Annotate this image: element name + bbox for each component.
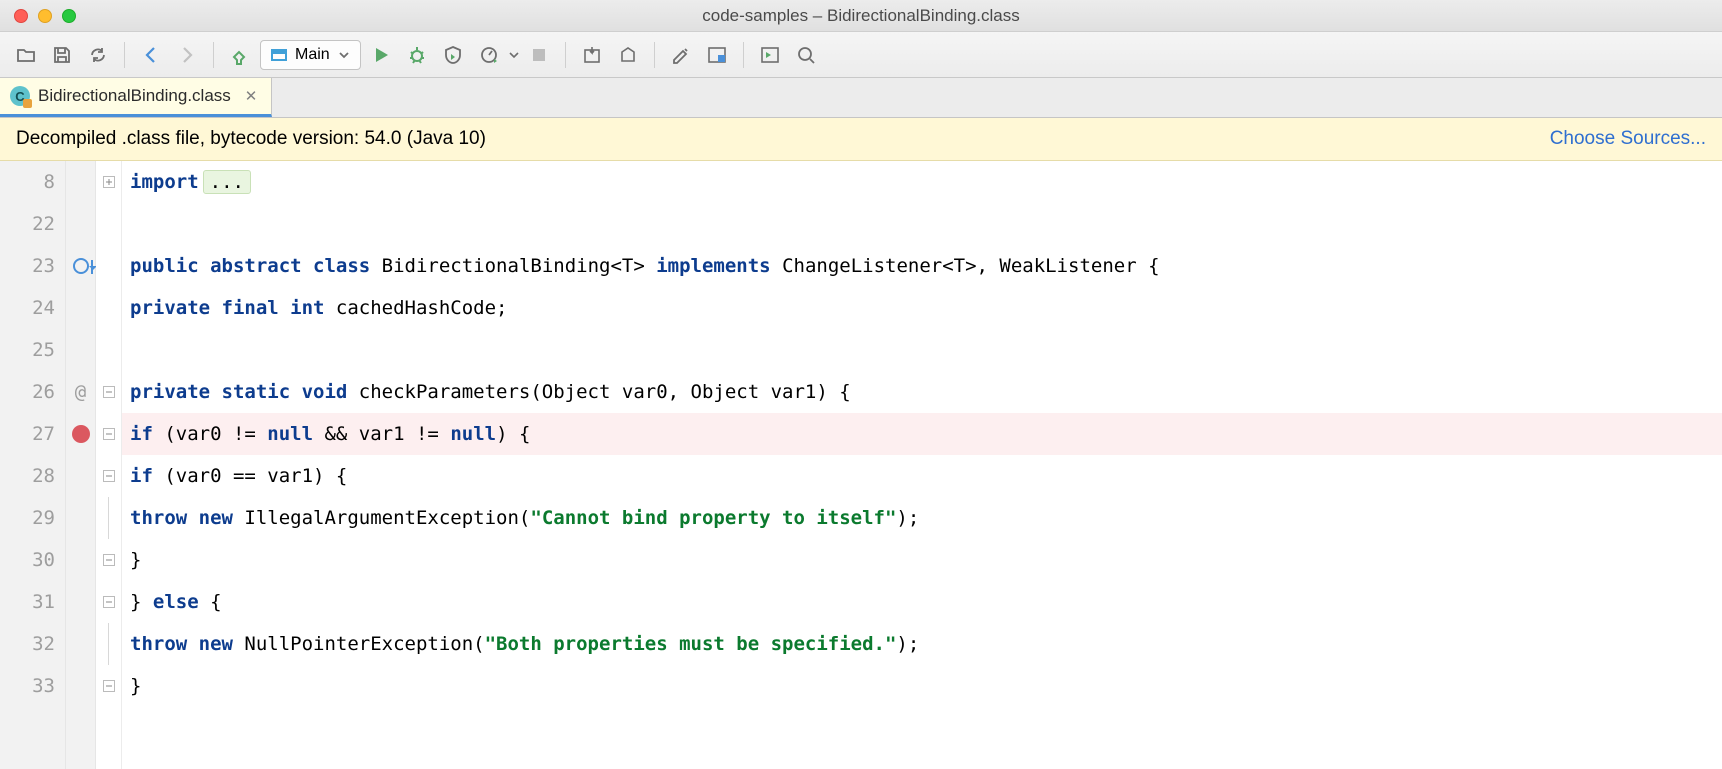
line-number[interactable]: 32 [10,623,55,665]
minimize-window-button[interactable] [38,9,52,23]
line-number[interactable]: 29 [10,497,55,539]
line-number[interactable]: 25 [10,329,55,371]
code-editor[interactable]: 8 22 23 24 25 26 27 28 29 30 31 32 33 @ [0,161,1722,769]
maximize-window-button[interactable] [62,9,76,23]
fold-collapse-icon[interactable] [103,470,115,482]
run-config-label: Main [295,46,330,64]
banner-message: Decompiled .class file, bytecode version… [16,128,486,150]
override-icon[interactable] [73,258,89,274]
line-number-gutter[interactable]: 8 22 23 24 25 26 27 28 29 30 31 32 33 [0,161,66,769]
code-content[interactable]: import... public abstract class Bidirect… [122,161,1722,769]
settings-button[interactable] [665,39,697,71]
stop-button[interactable] [523,39,555,71]
profile-button[interactable] [473,39,505,71]
open-button[interactable] [10,39,42,71]
sync-button[interactable] [82,39,114,71]
editor-tabs: C BidirectionalBinding.class ✕ [0,78,1722,118]
fold-collapse-icon[interactable] [103,680,115,692]
run-config-selector[interactable]: Main [260,40,361,70]
line-number[interactable]: 22 [10,203,55,245]
window-title: code-samples – BidirectionalBinding.clas… [0,6,1722,26]
fold-gutter [96,161,122,769]
vcs-commit-button[interactable] [612,39,644,71]
line-number[interactable]: 31 [10,581,55,623]
vcs-update-button[interactable] [576,39,608,71]
choose-sources-link[interactable]: Choose Sources... [1550,128,1706,150]
close-window-button[interactable] [14,9,28,23]
annotation-icon[interactable]: @ [75,381,86,403]
line-number[interactable]: 33 [10,665,55,707]
save-button[interactable] [46,39,78,71]
tab-bidirectionalbinding[interactable]: C BidirectionalBinding.class ✕ [0,78,272,117]
breakpoint-icon[interactable] [72,425,90,443]
application-icon [271,49,287,61]
main-toolbar: Main [0,32,1722,78]
class-file-icon: C [10,86,30,106]
line-number[interactable]: 30 [10,539,55,581]
run-button[interactable] [365,39,397,71]
decompile-banner: Decompiled .class file, bytecode version… [0,118,1722,161]
build-button[interactable] [224,39,256,71]
line-number[interactable]: 26 [10,371,55,413]
line-number[interactable]: 23 [10,245,55,287]
fold-expand-icon[interactable] [103,176,115,188]
coverage-button[interactable] [437,39,469,71]
line-number[interactable]: 24 [10,287,55,329]
run-anything-button[interactable] [754,39,786,71]
chevron-down-icon[interactable] [509,50,519,60]
folded-imports[interactable]: ... [203,170,251,194]
current-line: if (var0 != null && var1 != null) { [122,413,1722,455]
line-number[interactable]: 27 [10,413,55,455]
nav-back-button[interactable] [135,39,167,71]
search-everywhere-button[interactable] [790,39,822,71]
fold-collapse-icon[interactable] [103,428,115,440]
close-tab-icon[interactable]: ✕ [245,87,258,105]
chevron-down-icon [338,49,350,61]
gutter-marks: @ [66,161,96,769]
nav-forward-button[interactable] [171,39,203,71]
debug-button[interactable] [401,39,433,71]
line-number[interactable]: 8 [10,161,55,203]
titlebar: code-samples – BidirectionalBinding.clas… [0,0,1722,32]
line-number[interactable]: 28 [10,455,55,497]
tab-title: BidirectionalBinding.class [38,86,231,106]
fold-collapse-icon[interactable] [103,554,115,566]
fold-collapse-icon[interactable] [103,596,115,608]
fold-collapse-icon[interactable] [103,386,115,398]
project-structure-button[interactable] [701,39,733,71]
traffic-lights [14,9,76,23]
